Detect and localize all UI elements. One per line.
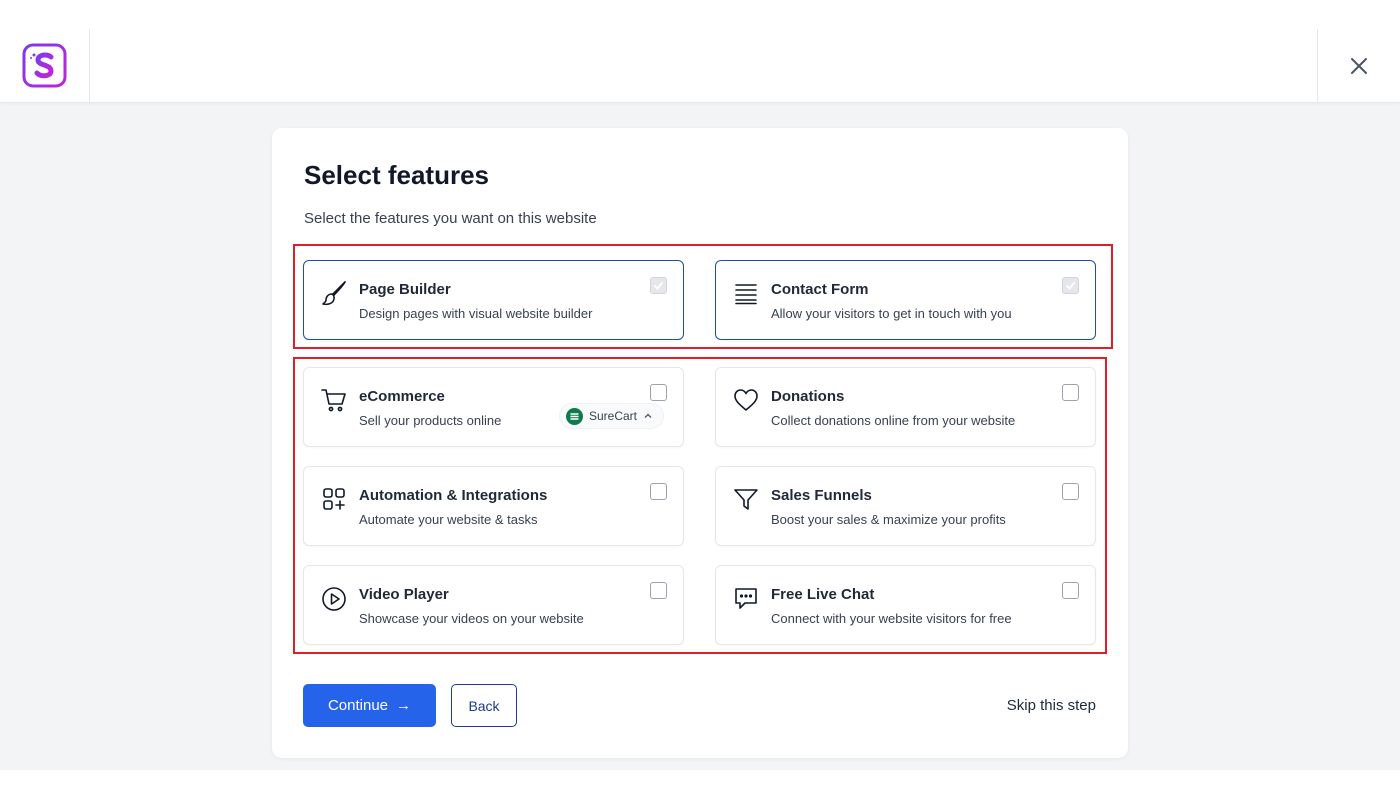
features-panel: Select features Select the features you … [272, 128, 1128, 758]
continue-label: Continue [327, 697, 389, 714]
back-button[interactable]: Back [451, 684, 517, 727]
page-title: Select features [304, 160, 489, 190]
page-subtitle: Select the features you want on this web… [304, 210, 597, 227]
header-divider [89, 29, 90, 103]
close-button[interactable] [1343, 50, 1375, 82]
close-icon [1351, 58, 1367, 74]
top-bar [0, 0, 1400, 103]
highlight-box-optional [293, 357, 1107, 654]
footer-strip [0, 770, 1400, 800]
arrow-right-icon: → [396, 697, 412, 714]
logo-icon[interactable] [22, 43, 67, 88]
header-divider [1317, 29, 1318, 103]
continue-button[interactable]: Continue → [303, 684, 436, 727]
highlight-box-selected [293, 244, 1113, 349]
skip-step-link[interactable]: Skip this step [1007, 697, 1096, 714]
